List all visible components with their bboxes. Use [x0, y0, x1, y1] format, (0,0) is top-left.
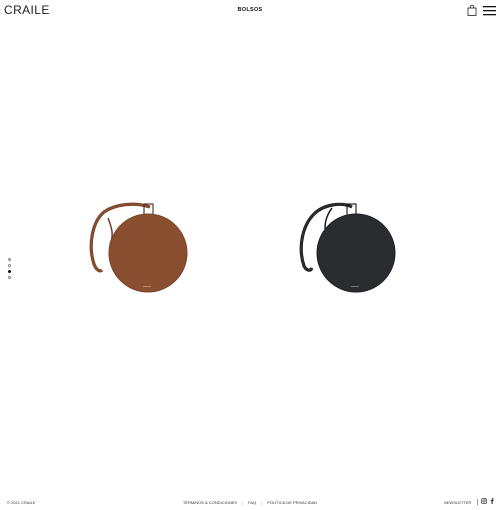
site-footer: © 2021 CRAILE TÉRMINOS & CONDICIONES | FAQ… [0, 496, 500, 508]
product-black-bag[interactable] [292, 198, 404, 298]
carousel-dot-4[interactable] [8, 276, 11, 279]
carousel-dot-3[interactable] [8, 270, 11, 273]
carousel-pagination [7, 256, 13, 286]
category-title[interactable]: BOLSOS [0, 7, 500, 13]
product-brown-bag[interactable] [80, 198, 192, 298]
footer-divider [477, 499, 478, 505]
instagram-icon[interactable] [481, 498, 487, 504]
privacy-link[interactable]: POLÍTICA DE PRIVACIDAD [267, 500, 317, 505]
brown-bag-image [89, 202, 188, 293]
link-separator: | [242, 500, 244, 505]
facebook-icon[interactable] [490, 498, 494, 504]
link-separator: | [261, 500, 263, 505]
carousel-dot-1[interactable] [8, 258, 11, 261]
carousel-dot-2[interactable] [8, 264, 11, 267]
hamburger-menu-icon[interactable] [483, 5, 496, 16]
black-bag-image [299, 202, 396, 293]
shopping-bag-icon[interactable] [467, 5, 477, 16]
newsletter-link[interactable]: NEWSLETTER [444, 500, 471, 505]
terms-link[interactable]: TÉRMINOS & CONDICIONES [183, 500, 237, 505]
site-header: CRAILE BOLSOS [0, 0, 500, 22]
footer-links: TÉRMINOS & CONDICIONES | FAQ | POLÍTICA DE P… [0, 500, 500, 505]
faq-link[interactable]: FAQ [248, 500, 256, 505]
